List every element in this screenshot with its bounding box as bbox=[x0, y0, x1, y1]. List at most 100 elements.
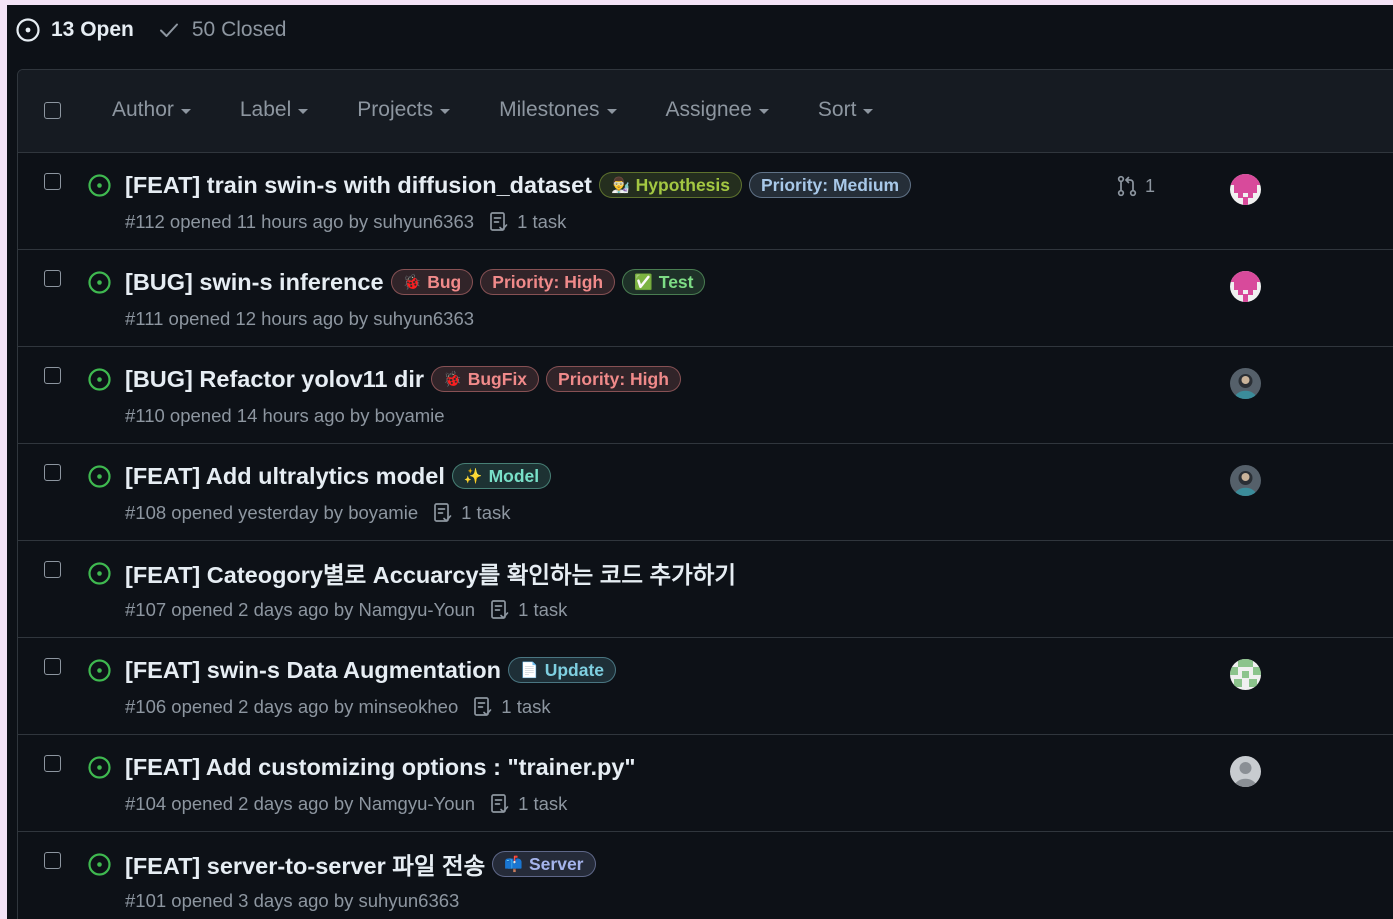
issue-title-link[interactable]: [FEAT] Cateogory별로 Accuarcy를 확인하는 코드 추가하… bbox=[125, 556, 736, 590]
pr-count: 1 bbox=[1145, 175, 1156, 196]
task-list-indicator[interactable]: 1 task bbox=[432, 502, 510, 524]
check-icon bbox=[156, 17, 182, 43]
task-count-label: 1 task bbox=[518, 793, 568, 814]
issue-title-link[interactable]: [BUG] swin-s inference bbox=[125, 269, 384, 296]
issue-checkbox[interactable] bbox=[44, 367, 61, 384]
issue-checkbox[interactable] bbox=[44, 561, 61, 578]
issue-title-link[interactable]: [FEAT] Add customizing options : "traine… bbox=[125, 754, 636, 781]
label-emoji-icon: ✅ bbox=[634, 274, 653, 291]
label-text: Model bbox=[488, 465, 540, 486]
label-text: BugFix bbox=[467, 368, 528, 389]
task-list-indicator[interactable]: 1 task bbox=[472, 696, 551, 718]
filter-assignee-dropdown[interactable]: Assignee bbox=[666, 98, 769, 122]
issue-title-line: [FEAT] Add customizing options : "traine… bbox=[125, 752, 643, 782]
issues-panel: 13 Open 50 Closed Author Label Projects Mil… bbox=[7, 5, 1393, 919]
git-pull-request-icon bbox=[1115, 174, 1139, 198]
caret-down-icon bbox=[180, 108, 191, 114]
caret-down-icon bbox=[298, 108, 309, 114]
label-text: Test bbox=[658, 271, 694, 292]
issue-title-line: [FEAT] train swin-s with diffusion_datas… bbox=[125, 170, 918, 200]
issue-meta: #101 opened 3 days ago by suhyun6363 bbox=[125, 890, 459, 912]
label-emoji-icon: 🐞 bbox=[443, 371, 462, 388]
issue-title-link[interactable]: [FEAT] Add ultralytics model bbox=[125, 463, 445, 490]
issue-title-link[interactable]: [FEAT] swin-s Data Augmentation bbox=[125, 657, 501, 684]
issue-checkbox[interactable] bbox=[44, 270, 61, 287]
label-emoji-icon: 📄 bbox=[520, 662, 539, 679]
issue-meta: #104 opened 2 days ago by Namgyu-Youn 1 t… bbox=[125, 793, 567, 815]
issue-row[interactable]: [FEAT] Add ultralytics model ✨ Model #108 o… bbox=[18, 444, 1393, 541]
issue-rows: [FEAT] train swin-s with diffusion_datas… bbox=[18, 153, 1393, 919]
linked-pull-requests[interactable]: 1 bbox=[1115, 174, 1155, 198]
open-count-label: 13 Open bbox=[51, 18, 134, 41]
label-text: Server bbox=[529, 853, 584, 874]
task-list-indicator[interactable]: 1 task bbox=[489, 599, 567, 621]
issue-checkbox[interactable] bbox=[44, 755, 61, 772]
issue-row[interactable]: [FEAT] swin-s Data Augmentation 📄 Update #1… bbox=[18, 638, 1393, 735]
issue-label[interactable]: 🐞 Bug bbox=[390, 269, 474, 295]
issue-row[interactable]: [FEAT] train swin-s with diffusion_datas… bbox=[18, 153, 1393, 250]
issue-title-line: [FEAT] swin-s Data Augmentation 📄 Update bbox=[125, 655, 623, 685]
issue-row[interactable]: [FEAT] Cateogory별로 Accuarcy를 확인하는 코드 추가하… bbox=[18, 541, 1393, 638]
issue-opened-icon bbox=[87, 270, 112, 295]
filter-label: Label bbox=[239, 98, 292, 121]
assignee-avatar[interactable] bbox=[1230, 659, 1261, 690]
filter-author-dropdown[interactable]: Author bbox=[112, 98, 191, 122]
issue-opened-icon bbox=[87, 173, 112, 198]
issue-checkbox[interactable] bbox=[44, 852, 61, 869]
issue-checkbox[interactable] bbox=[44, 658, 61, 675]
issue-opened-icon bbox=[87, 464, 112, 489]
caret-down-icon bbox=[606, 108, 617, 114]
filter-sort-dropdown[interactable]: Sort bbox=[818, 98, 874, 122]
issue-opened-icon bbox=[87, 561, 112, 586]
task-list-indicator[interactable]: 1 task bbox=[489, 793, 567, 815]
task-list-indicator[interactable]: 1 task bbox=[488, 211, 566, 233]
filter-label: Projects bbox=[357, 98, 434, 121]
issue-label[interactable]: ✨ Model bbox=[451, 463, 552, 489]
issue-row[interactable]: [FEAT] Add customizing options : "traine… bbox=[18, 735, 1393, 832]
issue-meta: #110 opened 14 hours ago by boyamie bbox=[125, 405, 445, 427]
assignee-avatar[interactable] bbox=[1230, 368, 1261, 399]
issue-checkbox[interactable] bbox=[44, 464, 61, 481]
assignee-avatar[interactable] bbox=[1230, 465, 1261, 496]
issue-open-icon bbox=[15, 17, 41, 43]
filter-label-dropdown[interactable]: Label bbox=[239, 98, 309, 122]
filter-milestones-dropdown[interactable]: Milestones bbox=[499, 98, 617, 122]
label-text: Priority: Medium bbox=[761, 174, 900, 195]
issue-title-line: [FEAT] server-to-server 파일 전송 📫 Server bbox=[125, 849, 603, 879]
open-issues-tab[interactable]: 13 Open bbox=[15, 17, 134, 43]
issue-state-toggle: 13 Open 50 Closed bbox=[15, 15, 286, 45]
issue-title-link[interactable]: [FEAT] train swin-s with diffusion_datas… bbox=[125, 172, 592, 199]
issue-label[interactable]: ✅ Test bbox=[622, 269, 706, 295]
issue-title-line: [BUG] swin-s inference 🐞 Bug Priority: High… bbox=[125, 267, 712, 297]
issue-row[interactable]: [BUG] swin-s inference 🐞 Bug Priority: High… bbox=[18, 250, 1393, 347]
filter-projects-dropdown[interactable]: Projects bbox=[357, 98, 451, 122]
caret-down-icon bbox=[758, 108, 769, 114]
issue-opened-icon bbox=[87, 658, 112, 683]
issue-label[interactable]: Priority: Medium bbox=[749, 172, 912, 198]
issue-label[interactable]: 📄 Update bbox=[508, 657, 616, 683]
issue-meta: #112 opened 11 hours ago by suhyun6363 1 … bbox=[125, 211, 566, 233]
task-count-label: 1 task bbox=[518, 599, 568, 620]
issue-label[interactable]: 📫 Server bbox=[492, 851, 596, 877]
issue-meta: #106 opened 2 days ago by minseokheo 1 ta… bbox=[125, 696, 551, 718]
issue-row[interactable]: [BUG] Refactor yolov11 dir 🐞 BugFix Priorit… bbox=[18, 347, 1393, 444]
issue-label[interactable]: 👨‍🔬 Hypothesis bbox=[598, 172, 742, 198]
closed-count-label: 50 Closed bbox=[191, 18, 287, 41]
filter-label: Sort bbox=[817, 98, 857, 121]
checklist-icon bbox=[432, 502, 461, 524]
filter-label: Assignee bbox=[665, 98, 752, 121]
assignee-avatar[interactable] bbox=[1230, 756, 1261, 787]
issue-label[interactable]: Priority: High bbox=[480, 269, 616, 295]
filter-label: Milestones bbox=[499, 98, 600, 121]
issue-title-link[interactable]: [FEAT] server-to-server 파일 전송 bbox=[125, 847, 485, 881]
closed-issues-tab[interactable]: 50 Closed bbox=[156, 17, 287, 43]
assignee-avatar[interactable] bbox=[1230, 174, 1261, 205]
label-emoji-icon: 👨‍🔬 bbox=[610, 177, 630, 194]
issue-row[interactable]: [FEAT] server-to-server 파일 전송 📫 Server #101… bbox=[18, 832, 1393, 919]
select-all-checkbox[interactable] bbox=[44, 102, 61, 119]
issue-checkbox[interactable] bbox=[44, 173, 61, 190]
issue-label[interactable]: 🐞 BugFix bbox=[431, 366, 540, 392]
assignee-avatar[interactable] bbox=[1230, 271, 1261, 302]
issue-label[interactable]: Priority: High bbox=[546, 366, 681, 392]
issue-title-link[interactable]: [BUG] Refactor yolov11 dir bbox=[125, 366, 424, 393]
